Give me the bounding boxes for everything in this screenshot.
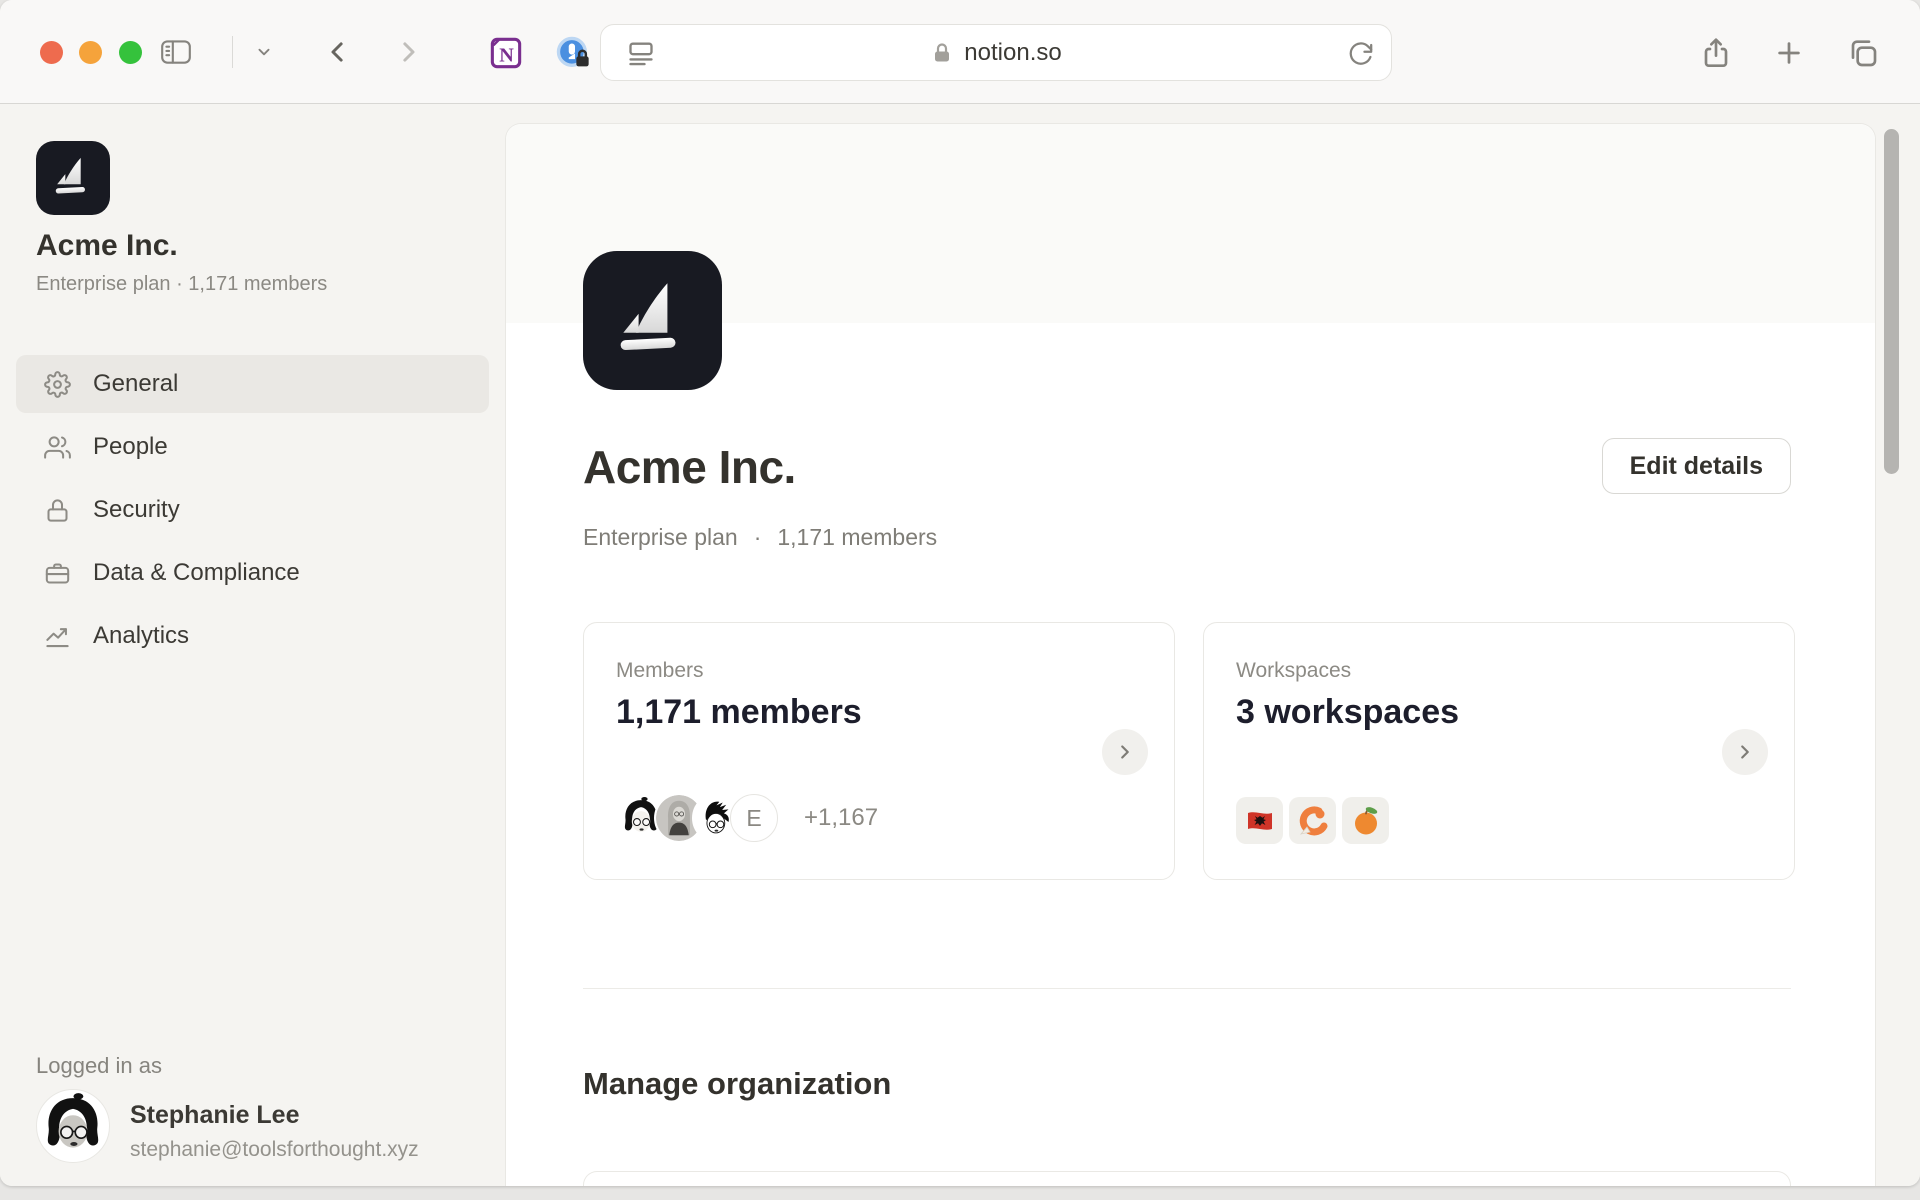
- workspace-icon-row: [1236, 797, 1389, 844]
- members-card[interactable]: Members 1,171 members: [583, 622, 1175, 880]
- back-icon: [323, 37, 353, 67]
- sidebar-menu-chevron-button[interactable]: [250, 40, 278, 64]
- sidebar-item-security[interactable]: Security: [16, 481, 489, 539]
- sidebar-item-analytics[interactable]: Analytics: [16, 607, 489, 665]
- people-icon: [44, 434, 71, 461]
- back-button[interactable]: [320, 34, 356, 70]
- workspace-tile: [1342, 797, 1389, 844]
- safari-window: N notion.so: [0, 0, 1920, 1186]
- new-tab-button[interactable]: [1770, 34, 1808, 72]
- sidebar-item-label: Data & Compliance: [93, 559, 300, 587]
- sidebar-item-label: General: [93, 370, 178, 398]
- sidebar-item-data-compliance[interactable]: Data & Compliance: [16, 544, 489, 602]
- workspace-tile: [1289, 797, 1336, 844]
- onepassword-extension-button[interactable]: [553, 33, 593, 73]
- tangerine-icon: [1350, 805, 1382, 837]
- zoom-window-button[interactable]: [119, 41, 142, 64]
- workspaces-card-chevron-button[interactable]: [1722, 729, 1768, 775]
- sidebar-item-general[interactable]: General: [16, 355, 489, 413]
- tabs-overview-button[interactable]: [1843, 33, 1883, 73]
- meta-separator: ·: [754, 524, 762, 551]
- woman-glasses-avatar-illustration: [37, 1090, 109, 1162]
- briefcase-icon: [44, 560, 71, 587]
- members-count: 1,171 members: [777, 524, 937, 551]
- albania-flag-icon: [1244, 805, 1276, 837]
- sidebar-toggle-icon: [159, 35, 193, 69]
- sailboat-icon: [49, 154, 97, 202]
- notion-settings-page: Acme Inc. Enterprise plan · 1,171 member…: [0, 105, 1920, 1186]
- section-divider: [583, 988, 1791, 989]
- manage-organization-heading: Manage organization: [583, 1066, 891, 1102]
- avatar: [36, 1089, 110, 1163]
- member-avatar-letter: E: [730, 794, 778, 842]
- settings-sidebar: Acme Inc. Enterprise plan · 1,171 member…: [0, 105, 505, 1186]
- sailboat-icon: [608, 276, 698, 366]
- sidebar-item-label: Security: [93, 496, 180, 524]
- sidebar-item-label: People: [93, 433, 168, 461]
- member-avatar-stack: E +1,167: [616, 793, 878, 843]
- share-icon: [1700, 36, 1732, 70]
- onepassword-extension-icon: [554, 34, 592, 72]
- settings-nav: General People Securit: [16, 355, 489, 670]
- workspaces-card[interactable]: Workspaces 3 workspaces: [1203, 622, 1795, 880]
- toolbar-separator: [232, 36, 233, 68]
- forward-button[interactable]: [390, 34, 426, 70]
- new-tab-icon: [1774, 38, 1804, 68]
- org-logo-large: [583, 251, 722, 390]
- workspaces-card-label: Workspaces: [1236, 659, 1351, 683]
- members-overflow-count: +1,167: [804, 804, 878, 832]
- members-card-value: 1,171 members: [616, 693, 862, 732]
- gear-icon: [44, 371, 71, 398]
- logged-in-as-label: Logged in as: [36, 1053, 162, 1079]
- members-card-chevron-button[interactable]: [1102, 729, 1148, 775]
- workspace-tile: [1236, 797, 1283, 844]
- manage-organization-card[interactable]: [583, 1171, 1791, 1186]
- user-email: stephanie@toolsforthought.xyz: [130, 1138, 419, 1162]
- lock-icon: [930, 41, 954, 65]
- chevron-right-icon: [1114, 741, 1136, 763]
- main-content-panel: Acme Inc. Edit details Enterprise plan ·…: [505, 123, 1876, 1186]
- chevron-down-icon: [253, 41, 275, 63]
- notion-extension-button[interactable]: N: [486, 33, 526, 73]
- sidebar-toggle-button[interactable]: [156, 34, 196, 70]
- reload-icon: [1347, 41, 1374, 68]
- plan-label: Enterprise plan: [583, 524, 738, 551]
- close-window-button[interactable]: [40, 41, 63, 64]
- notion-extension-icon: N: [487, 34, 525, 72]
- tabs-overview-icon: [1847, 37, 1879, 69]
- user-name: Stephanie Lee: [130, 1101, 300, 1130]
- org-logo: [36, 141, 110, 215]
- workspaces-card-value: 3 workspaces: [1236, 693, 1459, 732]
- browser-toolbar: N notion.so: [0, 0, 1920, 104]
- edit-details-button[interactable]: Edit details: [1602, 438, 1791, 494]
- sidebar-org-meta: Enterprise plan · 1,171 members: [36, 273, 327, 296]
- address-text-container: notion.so: [601, 25, 1391, 80]
- fried-shrimp-icon: [1297, 805, 1329, 837]
- sidebar-item-people[interactable]: People: [16, 418, 489, 476]
- trend-icon: [44, 623, 71, 650]
- svg-text:N: N: [499, 44, 514, 66]
- chevron-right-icon: [1734, 741, 1756, 763]
- sidebar-org-name: Acme Inc.: [36, 229, 178, 263]
- sidebar-item-label: Analytics: [93, 622, 189, 650]
- page-title: Acme Inc.: [583, 440, 796, 494]
- members-card-label: Members: [616, 659, 704, 683]
- address-bar[interactable]: notion.so: [600, 24, 1392, 81]
- lock-icon: [44, 497, 71, 524]
- share-button[interactable]: [1696, 32, 1736, 74]
- reload-button[interactable]: [1343, 37, 1377, 71]
- forward-icon: [393, 37, 423, 67]
- scrollbar-thumb[interactable]: [1884, 129, 1899, 474]
- org-meta-row: Enterprise plan · 1,171 members: [583, 524, 937, 551]
- address-url: notion.so: [964, 39, 1061, 67]
- minimize-window-button[interactable]: [79, 41, 102, 64]
